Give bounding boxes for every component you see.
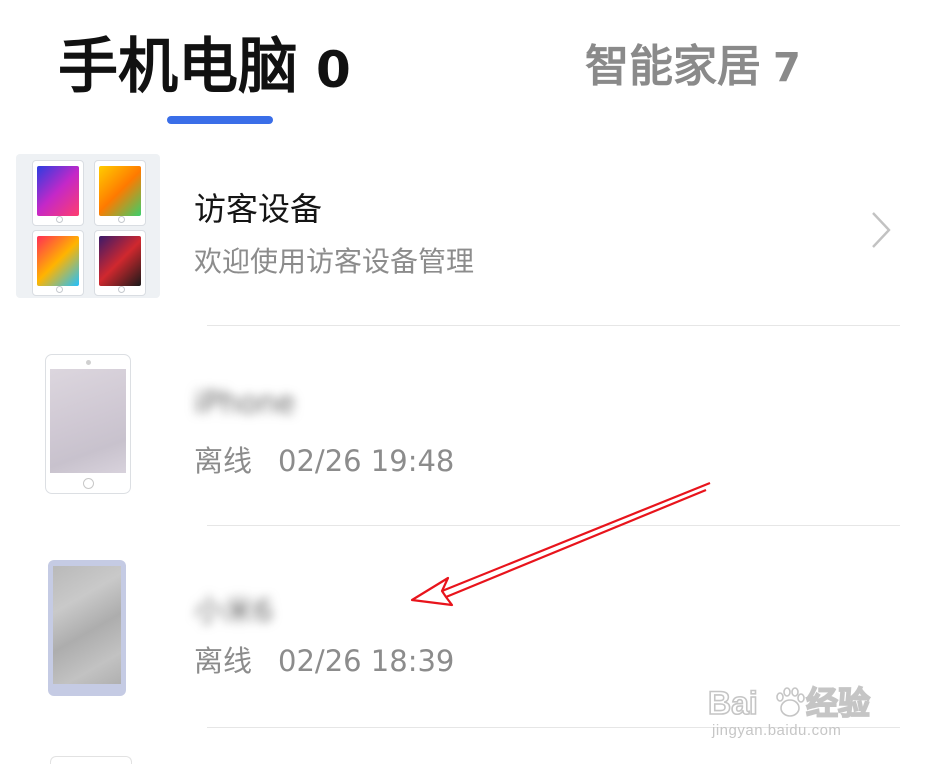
tab-count: 0 bbox=[316, 41, 351, 99]
svg-text:经验: 经验 bbox=[806, 685, 870, 721]
tab-phone-computer[interactable]: 手机电脑 0 bbox=[58, 18, 351, 102]
active-tab-indicator bbox=[167, 116, 273, 124]
guest-devices-subtitle: 欢迎使用访客设备管理 bbox=[194, 245, 475, 278]
tab-smart-home[interactable]: 智能家居 7 bbox=[585, 30, 801, 110]
guest-devices-title: 访客设备 bbox=[194, 190, 323, 228]
device-status: 离线 02/26 19:48 bbox=[194, 438, 454, 480]
device-status: 离线 02/26 18:39 bbox=[194, 638, 454, 680]
device-last-seen: 02/26 18:39 bbox=[278, 644, 455, 678]
watermark-url: jingyan.baidu.com bbox=[712, 722, 842, 739]
device-status-label: 离线 bbox=[194, 444, 253, 478]
tab-count: 7 bbox=[773, 45, 801, 91]
list-item-guest-devices[interactable]: 访客设备 欢迎使用访客设备管理 bbox=[0, 148, 926, 326]
device-status-label: 离线 bbox=[194, 644, 253, 678]
tablet-collection-icon bbox=[16, 154, 160, 298]
tab-label: 智能家居 bbox=[585, 41, 761, 92]
device-last-seen: 02/26 19:48 bbox=[278, 444, 455, 478]
device-name: iPhone bbox=[194, 386, 296, 421]
phone-icon bbox=[48, 560, 126, 696]
list-item-device[interactable]: iPhone 离线 02/26 19:48 bbox=[0, 326, 926, 526]
tablet-icon bbox=[45, 354, 131, 494]
device-category-tabs: 手机电脑 0 智能家居 7 bbox=[0, 0, 926, 130]
svg-text:Bai: Bai bbox=[708, 685, 758, 721]
tab-label: 手机电脑 bbox=[58, 32, 298, 102]
device-name: 小米6 bbox=[194, 594, 274, 629]
chevron-right-icon bbox=[872, 212, 891, 248]
